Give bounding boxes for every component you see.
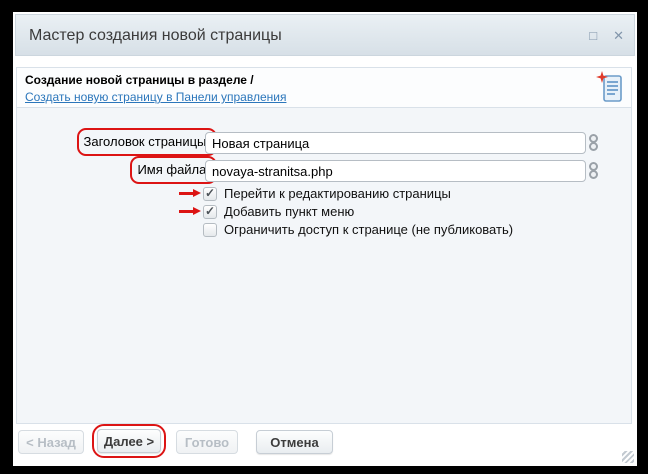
wizard-dialog: Мастер создания новой страницы □ ✕ Созда…: [13, 12, 637, 466]
control-panel-link[interactable]: Создать новую страницу в Панели управлен…: [25, 90, 286, 105]
file-name-input[interactable]: [205, 160, 586, 182]
maximize-icon[interactable]: □: [589, 29, 597, 42]
red-arrow-icon: [179, 207, 201, 216]
restrict-access-checkbox-label: Ограничить доступ к странице (не публико…: [224, 222, 513, 237]
next-button[interactable]: Далее >: [97, 429, 161, 453]
wizard-header: Создание новой страницы в разделе / Созд…: [17, 68, 631, 108]
add-menu-item-checkbox-label: Добавить пункт меню: [224, 204, 354, 219]
dialog-title: Мастер создания новой страницы: [29, 15, 282, 56]
finish-button[interactable]: Готово: [176, 430, 238, 454]
resize-grip[interactable]: [622, 451, 634, 463]
red-arrow-icon: [179, 189, 201, 198]
new-page-icon: [596, 71, 624, 105]
cancel-button[interactable]: Отмена: [256, 430, 333, 454]
restrict-access-checkbox[interactable]: ✓: [203, 223, 217, 237]
edit-page-checkbox[interactable]: ✓: [203, 187, 217, 201]
window-controls: □ ✕: [589, 15, 624, 56]
checkbox-row-add-menu-item: ✓ Добавить пункт меню: [203, 204, 354, 219]
annotation-box-next-button: Далее >: [92, 424, 166, 458]
dialog-titlebar: Мастер создания новой страницы □ ✕: [15, 14, 635, 56]
add-menu-item-checkbox[interactable]: ✓: [203, 205, 217, 219]
chain-link-icon[interactable]: [589, 162, 599, 180]
back-button[interactable]: < Назад: [18, 430, 84, 454]
page-title-input[interactable]: [205, 132, 586, 154]
file-name-label: Имя файла:: [137, 162, 210, 177]
page-title-label: Заголовок страницы:: [84, 134, 211, 149]
wizard-content: Создание новой страницы в разделе / Созд…: [16, 67, 632, 424]
chain-link-icon[interactable]: [589, 134, 599, 152]
close-icon[interactable]: ✕: [613, 29, 624, 42]
annotation-box-title-label: Заголовок страницы:: [77, 128, 218, 156]
edit-page-checkbox-label: Перейти к редактированию страницы: [224, 186, 451, 201]
checkbox-row-edit-page: ✓ Перейти к редактированию страницы: [203, 186, 451, 201]
section-heading: Создание новой страницы в разделе /: [25, 73, 623, 88]
checkbox-row-restrict-access: ✓ Ограничить доступ к странице (не публи…: [203, 222, 513, 237]
